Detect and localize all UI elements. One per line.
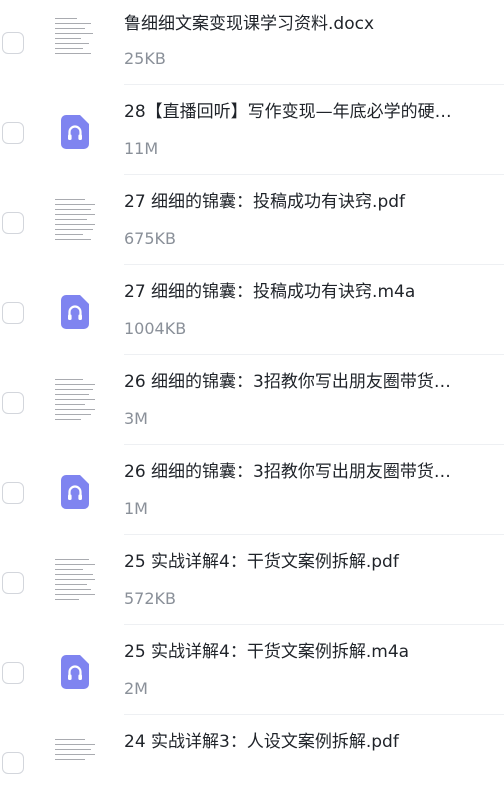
file-size: 2M [124, 679, 148, 698]
headphones-icon [61, 655, 89, 689]
file-row[interactable]: 26 细细的锦囊：3招教你写出朋友圈带货… 1M [0, 445, 504, 535]
select-checkbox[interactable] [2, 32, 24, 54]
file-row[interactable]: 27 细细的锦囊：投稿成功有诀窍.pdf 675KB [0, 175, 504, 265]
file-name: 27 细细的锦囊：投稿成功有诀窍.pdf [124, 192, 406, 212]
file-row[interactable]: 25 实战详解4：干货文案例拆解.m4a 2M [0, 625, 504, 715]
document-thumbnail [52, 375, 98, 427]
file-size: 3M [124, 409, 148, 428]
file-name: 26 细细的锦囊：3招教你写出朋友圈带货… [124, 372, 451, 392]
file-row[interactable]: 28【直播回听】写作变现—年底必学的硬… 11M [0, 85, 504, 175]
select-checkbox[interactable] [2, 572, 24, 594]
file-name: 26 细细的锦囊：3招教你写出朋友圈带货… [124, 462, 451, 482]
select-checkbox[interactable] [2, 482, 24, 504]
select-checkbox[interactable] [2, 662, 24, 684]
file-name: 鲁细细文案变现课学习资料.docx [124, 14, 375, 34]
document-thumbnail [52, 12, 98, 64]
file-size: 675KB [124, 229, 177, 248]
select-checkbox[interactable] [2, 752, 24, 774]
file-row[interactable]: 25 实战详解4：干货文案例拆解.pdf 572KB [0, 535, 504, 625]
file-row[interactable]: 27 细细的锦囊：投稿成功有诀窍.m4a 1004KB [0, 265, 504, 355]
select-checkbox[interactable] [2, 122, 24, 144]
document-thumbnail [52, 195, 98, 247]
file-row[interactable]: 26 细细的锦囊：3招教你写出朋友圈带货… 3M [0, 355, 504, 445]
file-size: 25KB [124, 49, 166, 68]
file-name: 28【直播回听】写作变现—年底必学的硬… [124, 102, 452, 122]
headphones-icon [61, 115, 89, 149]
file-row[interactable]: 24 实战详解3：人设文案例拆解.pdf [0, 715, 504, 805]
file-name: 25 实战详解4：干货文案例拆解.m4a [124, 642, 410, 662]
file-row[interactable]: 鲁细细文案变现课学习资料.docx 25KB [0, 0, 504, 85]
select-checkbox[interactable] [2, 302, 24, 324]
file-list: 鲁细细文案变现课学习资料.docx 25KB 28【直播回听】写作变现—年底必学… [0, 0, 504, 805]
document-thumbnail [52, 555, 98, 607]
file-size: 572KB [124, 589, 177, 608]
file-name: 25 实战详解4：干货文案例拆解.pdf [124, 552, 399, 572]
select-checkbox[interactable] [2, 392, 24, 414]
file-size: 11M [124, 139, 159, 158]
file-name: 27 细细的锦囊：投稿成功有诀窍.m4a [124, 282, 416, 302]
headphones-icon [61, 295, 89, 329]
headphones-icon [61, 475, 89, 509]
document-thumbnail [52, 735, 98, 787]
file-size: 1M [124, 499, 148, 518]
file-size: 1004KB [124, 319, 187, 338]
select-checkbox[interactable] [2, 212, 24, 234]
file-name: 24 实战详解3：人设文案例拆解.pdf [124, 732, 399, 752]
